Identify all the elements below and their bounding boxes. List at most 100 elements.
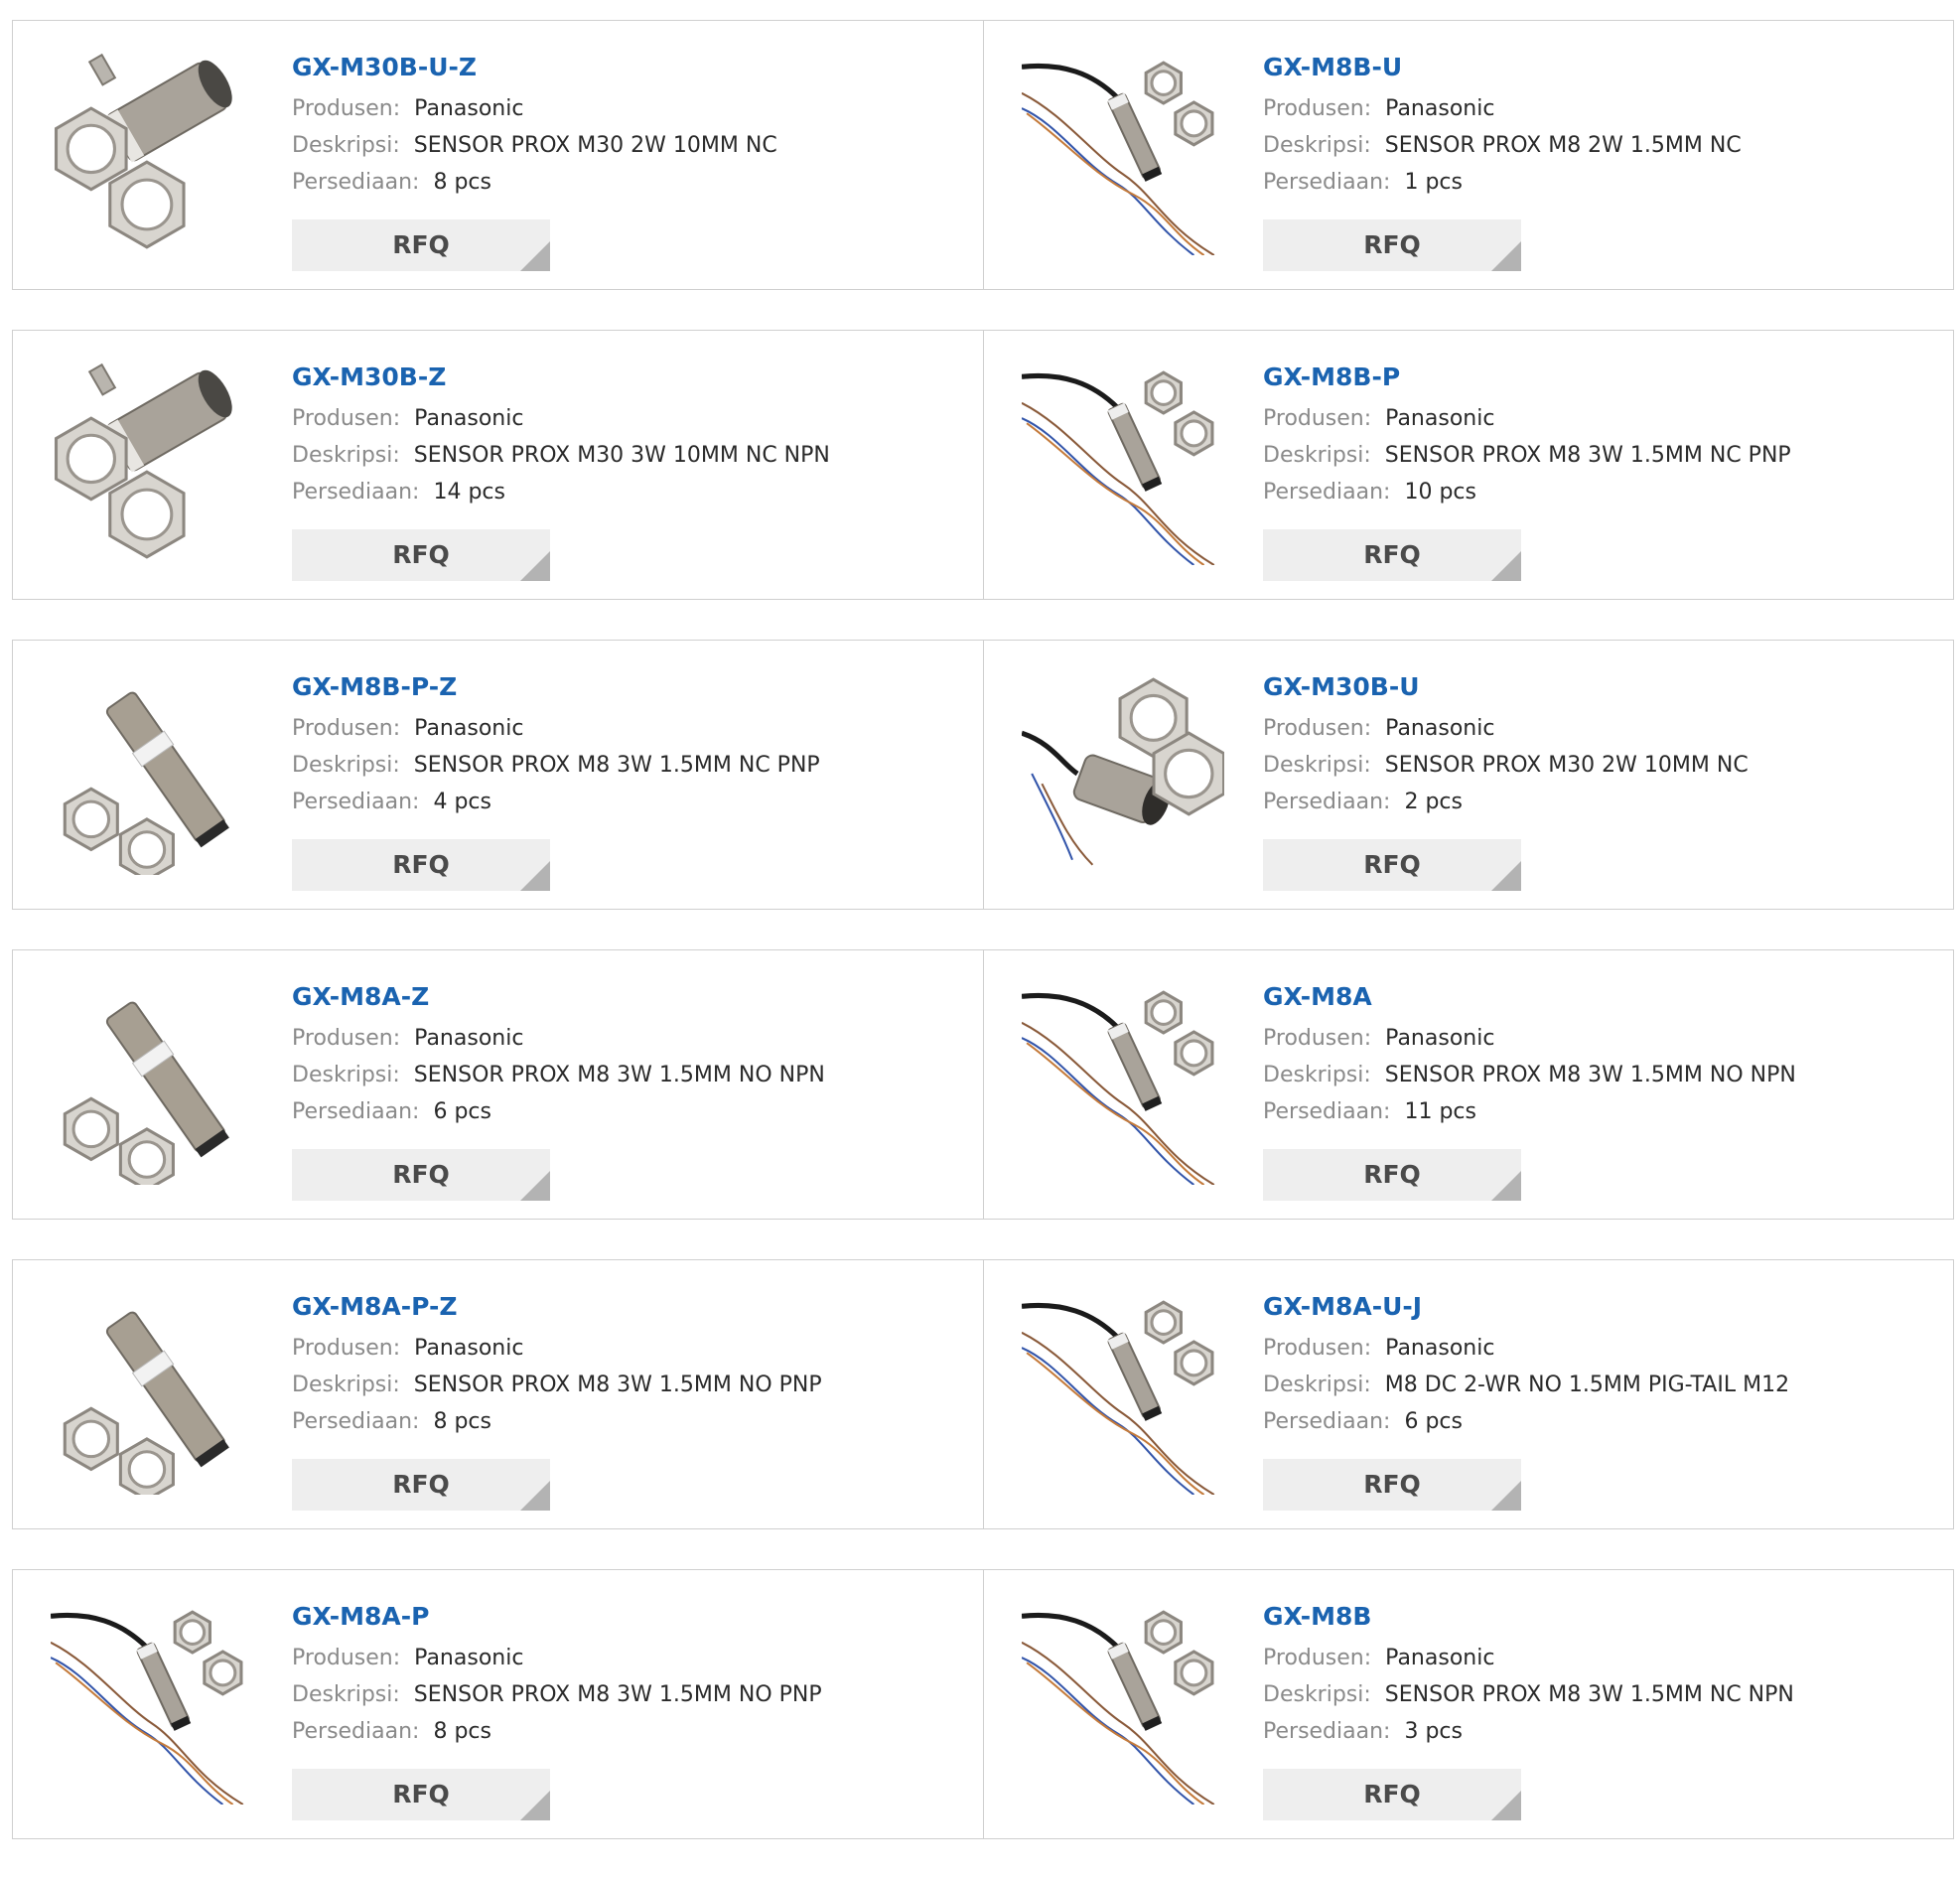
product-name-link[interactable]: GX-M8A [1263, 980, 1943, 1014]
product-name-link[interactable]: GX-M8A-Z [292, 980, 973, 1014]
description-label: Deskripsi: [292, 1063, 400, 1087]
product-name-link[interactable]: GX-M8B-P-Z [292, 670, 973, 704]
rfq-button[interactable]: RFQ [1263, 1769, 1521, 1820]
rfq-label: RFQ [1363, 850, 1421, 879]
stock-value: 14 pcs [433, 480, 505, 505]
description-row: Deskripsi: SENSOR PROX M30 2W 10MM NC [1263, 747, 1943, 784]
product-image[interactable] [51, 362, 253, 565]
stock-label: Persediaan: [292, 1719, 420, 1744]
product-row: GX-M30B-U-Z Produsen: Panasonic Deskripsi… [12, 20, 1954, 290]
product-card: GX-M8B-U Produsen: Panasonic Deskripsi: SE… [983, 21, 1953, 289]
stock-label: Persediaan: [1263, 1409, 1391, 1434]
stock-row: Persediaan: 10 pcs [1263, 474, 1943, 510]
description-row: Deskripsi: SENSOR PROX M30 3W 10MM NC NPN [292, 437, 973, 474]
product-card: GX-M8A-U-J Produsen: Panasonic Deskripsi:… [983, 1260, 1953, 1528]
product-row: GX-M8A-P-Z Produsen: Panasonic Deskripsi:… [12, 1259, 1954, 1529]
stock-row: Persediaan: 11 pcs [1263, 1093, 1943, 1130]
rfq-button[interactable]: RFQ [1263, 1149, 1521, 1201]
product-image[interactable] [1022, 672, 1224, 875]
rfq-button[interactable]: RFQ [1263, 219, 1521, 271]
stock-label: Persediaan: [292, 1099, 420, 1124]
product-card: GX-M8B-P-Z Produsen: Panasonic Deskripsi:… [13, 641, 983, 909]
stock-label: Persediaan: [292, 790, 420, 814]
rfq-button[interactable]: RFQ [292, 219, 550, 271]
manufacturer-label: Produsen: [292, 1026, 401, 1051]
manufacturer-value: Panasonic [414, 1026, 524, 1051]
description-row: Deskripsi: SENSOR PROX M8 3W 1.5MM NO PNP [292, 1676, 973, 1713]
description-value: SENSOR PROX M8 3W 1.5MM NC PNP [1384, 443, 1791, 468]
product-grid: GX-M30B-U-Z Produsen: Panasonic Deskripsi… [12, 20, 1954, 1879]
manufacturer-row: Produsen: Panasonic [1263, 1330, 1943, 1367]
manufacturer-value: Panasonic [414, 96, 524, 121]
product-info: GX-M8A-P Produsen: Panasonic Deskripsi: SE… [292, 1600, 973, 1750]
stock-label: Persediaan: [1263, 790, 1391, 814]
product-name-link[interactable]: GX-M8A-P-Z [292, 1290, 973, 1324]
product-name-link[interactable]: GX-M8B-P [1263, 361, 1943, 394]
manufacturer-row: Produsen: Panasonic [1263, 1020, 1943, 1057]
product-image[interactable] [1022, 1602, 1224, 1805]
product-row: GX-M8A-Z Produsen: Panasonic Deskripsi: SE… [12, 949, 1954, 1220]
product-image[interactable] [1022, 982, 1224, 1185]
rfq-button[interactable]: RFQ [1263, 839, 1521, 891]
manufacturer-label: Produsen: [1263, 1646, 1372, 1670]
description-row: Deskripsi: SENSOR PROX M8 3W 1.5MM NC NPN [1263, 1676, 1943, 1713]
product-image[interactable] [51, 1602, 253, 1805]
rfq-label: RFQ [1363, 1160, 1421, 1189]
product-image[interactable] [51, 1292, 253, 1495]
description-value: SENSOR PROX M30 2W 10MM NC [413, 133, 777, 158]
description-label: Deskripsi: [292, 133, 400, 158]
description-value: M8 DC 2-WR NO 1.5MM PIG-TAIL M12 [1384, 1373, 1790, 1397]
rfq-button[interactable]: RFQ [1263, 1459, 1521, 1511]
rfq-button[interactable]: RFQ [292, 1149, 550, 1201]
product-image[interactable] [1022, 53, 1224, 255]
manufacturer-label: Produsen: [1263, 1026, 1372, 1051]
manufacturer-value: Panasonic [1385, 1646, 1495, 1670]
product-name-link[interactable]: GX-M30B-Z [292, 361, 973, 394]
product-image[interactable] [51, 672, 253, 875]
product-info: GX-M30B-U-Z Produsen: Panasonic Deskripsi… [292, 51, 973, 201]
description-label: Deskripsi: [1263, 133, 1371, 158]
rfq-button[interactable]: RFQ [1263, 529, 1521, 581]
product-card: GX-M8A Produsen: Panasonic Deskripsi: SENS… [983, 950, 1953, 1219]
rfq-corner-icon [1491, 551, 1521, 581]
manufacturer-label: Produsen: [292, 1646, 401, 1670]
description-label: Deskripsi: [1263, 443, 1371, 468]
product-name-link[interactable]: GX-M8A-P [292, 1600, 973, 1634]
stock-value: 6 pcs [1404, 1409, 1463, 1434]
manufacturer-row: Produsen: Panasonic [292, 90, 973, 127]
stock-row: Persediaan: 6 pcs [292, 1093, 973, 1130]
manufacturer-label: Produsen: [292, 96, 401, 121]
product-card: GX-M8B Produsen: Panasonic Deskripsi: SENS… [983, 1570, 1953, 1838]
product-name-link[interactable]: GX-M8A-U-J [1263, 1290, 1943, 1324]
m8-threaded-sensor-icon [63, 691, 229, 875]
product-info: GX-M8B-U Produsen: Panasonic Deskripsi: SE… [1263, 51, 1943, 201]
stock-value: 1 pcs [1404, 170, 1463, 195]
m8-cable-sensor-icon [1022, 61, 1215, 255]
stock-value: 10 pcs [1404, 480, 1476, 505]
rfq-corner-icon [520, 241, 550, 271]
m30-connector-sensor-icon [54, 362, 232, 559]
m8-cable-sensor-icon [1022, 990, 1215, 1185]
rfq-label: RFQ [1363, 230, 1421, 259]
product-image[interactable] [51, 53, 253, 255]
product-image[interactable] [51, 982, 253, 1185]
product-name-link[interactable]: GX-M8B-U [1263, 51, 1943, 84]
product-image[interactable] [1022, 1292, 1224, 1495]
product-card: GX-M30B-U Produsen: Panasonic Deskripsi: S… [983, 641, 1953, 909]
product-name-link[interactable]: GX-M30B-U [1263, 670, 1943, 704]
rfq-button[interactable]: RFQ [292, 839, 550, 891]
stock-row: Persediaan: 3 pcs [1263, 1713, 1943, 1750]
m8-cable-sensor-icon [1022, 1610, 1215, 1805]
manufacturer-label: Produsen: [1263, 406, 1372, 431]
stock-row: Persediaan: 4 pcs [292, 784, 973, 820]
description-value: SENSOR PROX M8 2W 1.5MM NC [1384, 133, 1742, 158]
rfq-button[interactable]: RFQ [292, 1769, 550, 1820]
manufacturer-row: Produsen: Panasonic [1263, 400, 1943, 437]
description-value: SENSOR PROX M30 2W 10MM NC [1384, 753, 1749, 778]
product-image[interactable] [1022, 362, 1224, 565]
product-info: GX-M8B-P-Z Produsen: Panasonic Deskripsi:… [292, 670, 973, 820]
rfq-button[interactable]: RFQ [292, 529, 550, 581]
product-name-link[interactable]: GX-M30B-U-Z [292, 51, 973, 84]
product-name-link[interactable]: GX-M8B [1263, 1600, 1943, 1634]
rfq-button[interactable]: RFQ [292, 1459, 550, 1511]
